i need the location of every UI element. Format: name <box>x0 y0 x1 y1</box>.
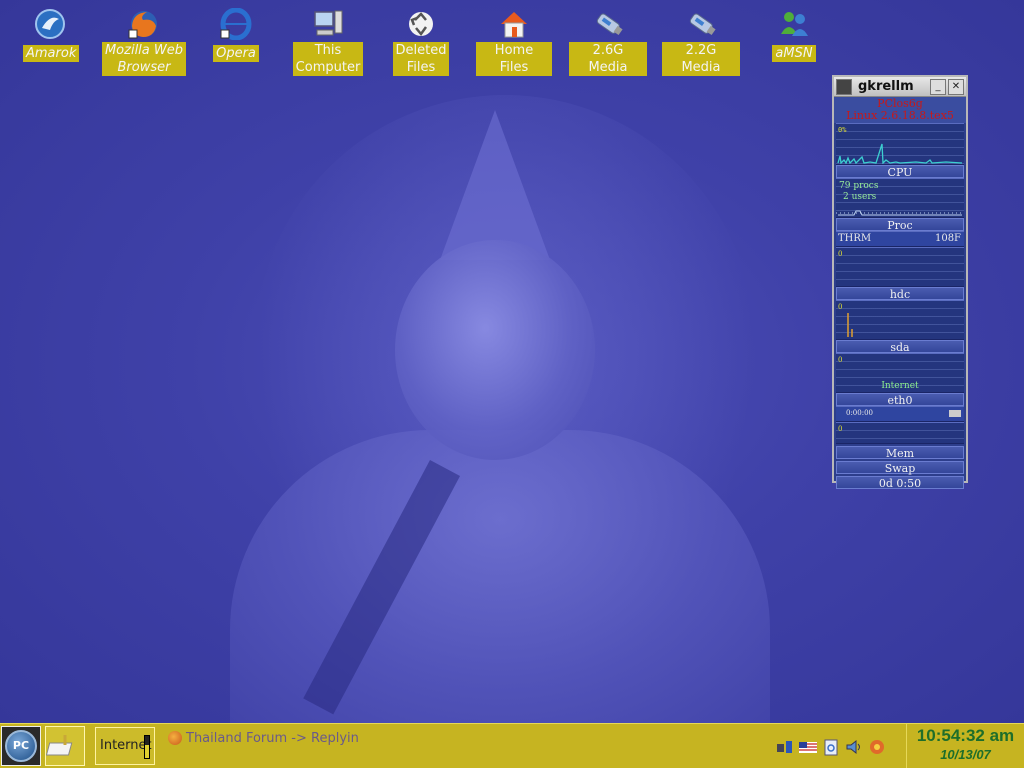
taskbar-window-title: Thailand Forum -> Replyin <box>186 730 359 746</box>
eth0-toggle-button[interactable] <box>949 410 961 417</box>
firefox-icon <box>168 731 182 745</box>
desktop-icon-label: 2.6G Media <box>569 42 647 76</box>
desktop-icon-mozilla[interactable]: Mozilla Web Browser <box>100 8 188 76</box>
eth0-timer-value: 0:00:00 <box>846 409 873 417</box>
amarok-icon <box>33 8 67 40</box>
desktop-icon-amarok[interactable]: Amarok <box>23 8 80 62</box>
trash-icon <box>404 8 438 40</box>
desktop-icon-label: 2.2G Media <box>662 42 740 76</box>
minimize-button[interactable]: _ <box>930 78 946 95</box>
internet-meter-fill <box>145 744 149 758</box>
taskbar[interactable]: PC Internet Thailand Forum -> Replyin 10… <box>0 723 1024 768</box>
network-icon[interactable] <box>776 738 794 756</box>
desktop-icon-amsn[interactable]: aMSN <box>772 8 816 62</box>
uptime-panel: 0d 0:50 <box>836 476 964 490</box>
flag-keyboard-icon[interactable] <box>799 738 817 756</box>
eth0-panel: eth0 <box>836 393 964 407</box>
mem-label: Mem <box>885 447 915 460</box>
cpu-chart-graph <box>837 143 963 164</box>
eth0-chart-scale: 0 <box>838 425 843 433</box>
eth0-chart[interactable]: 0 <box>836 422 964 444</box>
firefox-icon <box>127 8 161 40</box>
thrm-chart-scale: 0 <box>838 250 843 258</box>
pclinuxos-logo-icon: PC <box>5 730 37 762</box>
wallpaper-crown <box>440 110 550 260</box>
usb-drive-icon <box>684 8 718 40</box>
desktop-icon-2-6g-media[interactable]: 2.6G Media <box>569 8 647 76</box>
home-icon <box>497 8 531 40</box>
sda-panel: sda <box>836 340 964 354</box>
desktop-icon-this-computer[interactable]: This Computer <box>292 8 364 76</box>
swap-meter[interactable]: Swap <box>836 461 964 475</box>
cpu-chart[interactable]: 0% <box>836 123 964 165</box>
wallpaper-buddha-head <box>395 240 595 460</box>
clock[interactable]: 10:54:32 am 10/13/07 <box>906 724 1024 768</box>
desktop-icon-label: Home Files <box>476 42 552 76</box>
desktop-icon-label: Opera <box>213 45 259 62</box>
desktop-icon-label: This Computer <box>292 42 364 76</box>
clipboard-icon[interactable] <box>822 738 840 756</box>
proc-panel: Proc <box>836 218 964 232</box>
system-tray[interactable] <box>776 736 886 758</box>
gkrellm-host-block: PClos6g Linux 2.6.18.8.tex5 <box>834 97 966 123</box>
show-desktop-button[interactable] <box>45 726 85 766</box>
proc-chart-graph <box>836 210 964 216</box>
sda-chart-scale: 0 <box>838 356 843 364</box>
gkrellm-window[interactable]: gkrellm _ ✕ PClos6g Linux 2.6.18.8.tex5 … <box>832 75 968 490</box>
desktop-icon-label: Amarok <box>23 45 80 62</box>
desktop-icon-2-2g-media[interactable]: 2.2G Media <box>662 8 740 76</box>
hdc-chart-graph <box>847 313 853 337</box>
usb-drive-icon <box>591 8 625 40</box>
computer-icon <box>311 8 345 40</box>
desktop-icon-label: Deleted Files <box>392 42 450 76</box>
gkrellm-menu-icon[interactable] <box>836 78 852 95</box>
proc-chart[interactable]: 79 procs 2 users <box>836 178 964 218</box>
taskbar-window-button[interactable]: Thailand Forum -> Replyin <box>168 727 363 749</box>
wallpaper-body <box>230 430 770 723</box>
eth0-timer[interactable]: 0:00:00 <box>836 406 964 422</box>
gkrellm-title: gkrellm <box>858 79 914 94</box>
amsn-icon <box>777 8 811 40</box>
internet-meter <box>144 735 150 759</box>
update-icon[interactable] <box>868 738 886 756</box>
desktop-icon-label: Mozilla Web Browser <box>101 42 187 76</box>
close-button[interactable]: ✕ <box>948 78 964 95</box>
opera-icon <box>219 7 253 41</box>
sda-chart[interactable]: 0 Internet <box>836 353 964 393</box>
gkrellm-kernel: Linux 2.6.18.8.tex5 <box>846 109 954 122</box>
thrm-label: THRM <box>838 233 872 244</box>
hdc-panel: hdc <box>836 287 964 301</box>
desktop-icon-home-files[interactable]: Home Files <box>476 8 552 76</box>
clock-date: 10/13/07 <box>940 747 991 762</box>
uptime-value: 0d 0:50 <box>878 477 922 490</box>
mem-meter[interactable]: Mem <box>836 446 964 460</box>
start-menu-button[interactable]: PC <box>1 726 41 766</box>
thrm-meter: THRM 108F <box>836 231 964 247</box>
desktop-icon-deleted-files[interactable]: Deleted Files <box>388 8 454 76</box>
hdc-chart[interactable]: 0 <box>836 300 964 340</box>
net-label: Internet <box>881 381 919 391</box>
thrm-value: 108F <box>934 233 961 244</box>
thrm-chart[interactable]: 0 <box>836 247 964 287</box>
desktop[interactable]: Amarok Mozilla Web Browser Opera This Co… <box>0 0 1024 723</box>
desktop-icon-opera[interactable]: Opera <box>213 7 259 62</box>
volume-icon[interactable] <box>845 738 863 756</box>
gkrellm-titlebar[interactable]: gkrellm _ ✕ <box>834 77 966 97</box>
clock-time: 10:54:32 am <box>916 726 1015 745</box>
desktop-icon-label: aMSN <box>772 45 816 62</box>
show-desktop-icon <box>45 735 73 756</box>
cpu-panel: CPU <box>836 165 964 179</box>
swap-label: Swap <box>884 462 916 475</box>
internet-monitor-applet[interactable]: Internet <box>95 727 155 765</box>
